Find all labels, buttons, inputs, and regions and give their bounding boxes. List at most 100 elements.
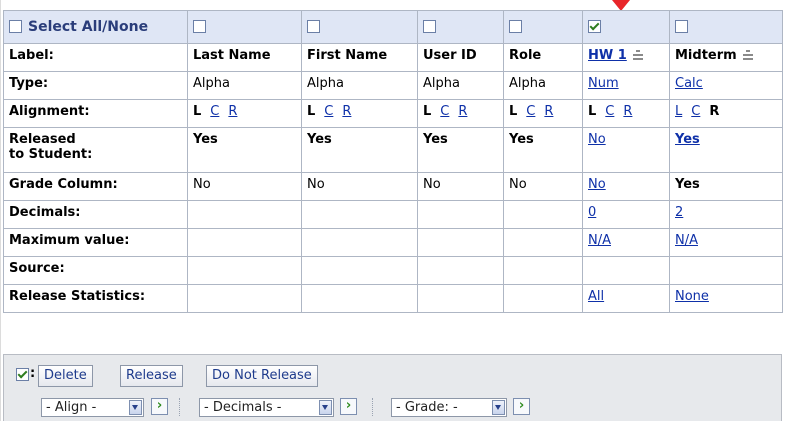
empty-cell <box>301 256 418 285</box>
row-label: Source: <box>3 256 188 285</box>
released-cell: Yes <box>669 127 783 173</box>
chevron-down-icon[interactable] <box>319 400 332 415</box>
release-statistics-row: Release Statistics: All None <box>3 284 783 313</box>
alignment-cell: LCR <box>582 99 670 128</box>
alignment-cell: LCR <box>503 99 583 128</box>
align-right-link[interactable]: R <box>458 104 467 119</box>
column-checkbox-first-name[interactable] <box>307 19 320 33</box>
select-all-label[interactable]: Select All/None <box>28 19 148 35</box>
type-link[interactable]: Calc <box>675 76 703 91</box>
chevron-down-icon[interactable] <box>129 400 142 415</box>
decimals-go-button[interactable]: › <box>340 398 357 415</box>
align-center-link[interactable]: C <box>210 104 219 119</box>
col-checkbox-cell <box>187 10 302 44</box>
type-value: Alpha <box>503 71 583 100</box>
checked-columns-icon <box>16 368 29 381</box>
align-left-link[interactable]: L <box>675 104 682 119</box>
col-checkbox-cell <box>417 10 504 44</box>
align-left-current: L <box>423 104 432 119</box>
empty-cell <box>187 228 302 257</box>
do-not-release-button[interactable]: Do Not Release <box>206 365 318 387</box>
type-link[interactable]: Num <box>588 76 619 91</box>
maximum-value-cell: N/A <box>582 228 670 257</box>
alignment-row: Alignment: LCR LCR LCR LCR LCR LCR <box>3 99 783 128</box>
toolbar-separator <box>179 398 181 416</box>
empty-cell <box>417 256 504 285</box>
empty-cell <box>503 200 583 229</box>
alignment-cell: LCR <box>187 99 302 128</box>
align-center-link[interactable]: C <box>324 104 333 119</box>
release-statistics-link[interactable]: All <box>588 289 604 304</box>
align-select[interactable]: - Align - <box>41 398 144 417</box>
empty-cell <box>582 256 670 285</box>
grade-column-link[interactable]: No <box>588 177 606 192</box>
align-left-current: L <box>307 104 316 119</box>
column-checkbox-hw1[interactable] <box>588 19 601 33</box>
chevron-down-icon[interactable] <box>492 400 505 415</box>
decimals-select[interactable]: - Decimals - <box>199 398 334 417</box>
col-checkbox-cell <box>301 10 418 44</box>
grade-go-button[interactable]: › <box>513 398 530 415</box>
checked-columns-colon: : <box>30 366 36 381</box>
grade-column-cell: No <box>582 172 670 201</box>
sort-icon[interactable] <box>742 48 753 60</box>
type-row: Type: Alpha Alpha Alpha Alpha Num Calc <box>3 71 783 100</box>
alignment-cell: LCR <box>417 99 504 128</box>
header-row: Select All/None <box>3 10 783 44</box>
release-statistics-link[interactable]: None <box>675 289 709 304</box>
empty-cell <box>187 284 302 313</box>
column-checkbox-midterm[interactable] <box>675 19 688 33</box>
align-right-link[interactable]: R <box>544 104 553 119</box>
grade-column-value: No <box>503 172 583 201</box>
row-label: Maximum value: <box>3 228 188 257</box>
column-checkbox-role[interactable] <box>509 19 522 33</box>
type-value: Alpha <box>187 71 302 100</box>
column-checkbox-last-name[interactable] <box>193 19 206 33</box>
align-right-link[interactable]: R <box>623 104 632 119</box>
align-right-current: R <box>709 104 720 119</box>
decimals-link[interactable]: 0 <box>588 205 596 220</box>
align-right-link[interactable]: R <box>342 104 351 119</box>
decimals-row: Decimals: 0 2 <box>3 200 783 229</box>
alignment-cell: LCR <box>301 99 418 128</box>
select-all-cell[interactable]: Select All/None <box>3 10 188 44</box>
empty-cell <box>417 284 504 313</box>
empty-cell <box>503 228 583 257</box>
column-label-link-hw1[interactable]: HW 1 <box>588 48 627 63</box>
column-label: Last Name <box>187 43 302 72</box>
row-label: Released to Student: <box>3 127 188 173</box>
empty-cell <box>417 200 504 229</box>
align-center-link[interactable]: C <box>526 104 535 119</box>
maximum-value-link[interactable]: N/A <box>588 233 611 248</box>
decimals-cell: 2 <box>669 200 783 229</box>
grade-select[interactable]: - Grade: - <box>391 398 507 417</box>
maximum-value-link[interactable]: N/A <box>675 233 698 248</box>
decimals-select-value: - Decimals - <box>204 400 282 415</box>
released-value: Yes <box>187 127 302 173</box>
delete-button[interactable]: Delete <box>38 365 93 387</box>
decimals-cell: 0 <box>582 200 670 229</box>
type-value: Alpha <box>417 71 504 100</box>
released-link[interactable]: No <box>588 132 606 147</box>
column-settings-table: Select All/None Label: Last Name First N… <box>3 10 783 313</box>
select-all-checkbox[interactable] <box>9 19 22 33</box>
released-row: Released to Student: Yes Yes Yes Yes No Y… <box>3 127 783 173</box>
column-label-cell: Midterm <box>669 43 783 72</box>
decimals-link[interactable]: 2 <box>675 205 683 220</box>
alignment-cell: LCR <box>669 99 783 128</box>
empty-cell <box>503 284 583 313</box>
column-label: User ID <box>417 43 504 72</box>
released-link[interactable]: Yes <box>675 132 700 147</box>
align-center-link[interactable]: C <box>691 104 700 119</box>
align-right-link[interactable]: R <box>228 104 237 119</box>
grade-column-value: No <box>187 172 302 201</box>
row-label: Label: <box>3 43 188 72</box>
col-checkbox-cell <box>582 10 670 44</box>
release-button[interactable]: Release <box>120 365 183 387</box>
column-checkbox-user-id[interactable] <box>423 19 436 33</box>
sort-icon[interactable] <box>632 48 643 60</box>
align-center-link[interactable]: C <box>605 104 614 119</box>
empty-cell <box>187 200 302 229</box>
align-go-button[interactable]: › <box>151 398 168 415</box>
align-center-link[interactable]: C <box>440 104 449 119</box>
